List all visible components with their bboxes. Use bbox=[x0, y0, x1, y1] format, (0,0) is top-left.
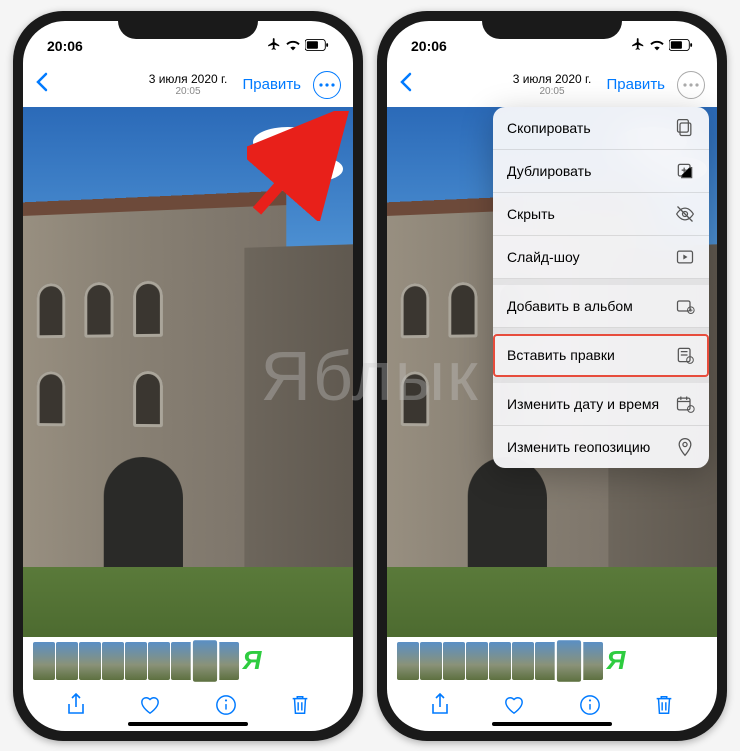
edit-button[interactable]: Править bbox=[607, 76, 666, 93]
duplicate-icon bbox=[675, 161, 695, 181]
thumbnail[interactable] bbox=[443, 642, 465, 680]
thumbnail[interactable] bbox=[102, 642, 124, 680]
share-icon[interactable] bbox=[66, 693, 86, 722]
hide-icon bbox=[675, 204, 695, 224]
calendar-icon bbox=[675, 394, 695, 414]
menu-label: Слайд-шоу bbox=[507, 249, 580, 265]
thumbnail[interactable] bbox=[56, 642, 78, 680]
thumbnail[interactable] bbox=[33, 642, 55, 680]
menu-change-datetime[interactable]: Изменить дату и время bbox=[493, 383, 709, 426]
share-icon[interactable] bbox=[430, 693, 450, 722]
airplane-icon bbox=[267, 37, 281, 54]
wifi-icon bbox=[285, 38, 301, 54]
notch bbox=[482, 11, 622, 39]
thumbnail[interactable] bbox=[535, 642, 557, 680]
thumbnail-watermark: Я bbox=[604, 642, 628, 680]
location-icon bbox=[675, 437, 695, 457]
thumbnail[interactable] bbox=[171, 642, 193, 680]
back-button[interactable] bbox=[35, 72, 49, 98]
menu-label: Изменить дату и время bbox=[507, 396, 659, 412]
more-button-active[interactable] bbox=[677, 71, 705, 99]
thumbnail[interactable] bbox=[581, 642, 603, 680]
nav-date: 3 июля 2020 г. bbox=[513, 72, 592, 86]
nav-subtime: 20:05 bbox=[149, 86, 228, 97]
menu-change-location[interactable]: Изменить геопозицию bbox=[493, 426, 709, 468]
slideshow-icon bbox=[675, 247, 695, 267]
menu-label: Изменить геопозицию bbox=[507, 439, 650, 455]
menu-label: Добавить в альбом bbox=[507, 298, 633, 314]
menu-label: Вставить правки bbox=[507, 347, 615, 363]
wifi-icon bbox=[649, 38, 665, 54]
album-icon bbox=[675, 296, 695, 316]
thumbnail-watermark: Я bbox=[240, 642, 264, 680]
menu-label: Скрыть bbox=[507, 206, 555, 222]
thumbnail-selected[interactable] bbox=[193, 640, 217, 682]
home-indicator[interactable] bbox=[128, 722, 248, 726]
status-time: 20:06 bbox=[47, 38, 83, 54]
copy-icon bbox=[675, 118, 695, 138]
status-time: 20:06 bbox=[411, 38, 447, 54]
battery-icon bbox=[305, 38, 329, 54]
phone-right: 20:06 3 июля 2020 г. 20:05 Править bbox=[377, 11, 727, 741]
thumbnail[interactable] bbox=[125, 642, 147, 680]
actions-menu: Скопировать Дублировать Скрыть Слайд-шоу… bbox=[493, 107, 709, 468]
thumbnail[interactable] bbox=[217, 642, 239, 680]
info-icon[interactable] bbox=[215, 694, 237, 721]
back-button[interactable] bbox=[399, 72, 413, 98]
notch bbox=[118, 11, 258, 39]
edit-button[interactable]: Править bbox=[243, 76, 302, 93]
delete-icon[interactable] bbox=[654, 694, 674, 721]
thumbnail[interactable] bbox=[420, 642, 442, 680]
airplane-icon bbox=[631, 37, 645, 54]
thumbnail[interactable] bbox=[489, 642, 511, 680]
delete-icon[interactable] bbox=[290, 694, 310, 721]
battery-icon bbox=[669, 38, 693, 54]
nav-subtime: 20:05 bbox=[513, 86, 592, 97]
favorite-icon[interactable] bbox=[139, 695, 161, 720]
thumbnail-strip[interactable]: Я bbox=[387, 637, 717, 685]
home-indicator[interactable] bbox=[492, 722, 612, 726]
photo-main[interactable] bbox=[23, 107, 353, 637]
photo-building bbox=[23, 190, 286, 583]
nav-bar: 3 июля 2020 г. 20:05 Править bbox=[387, 63, 717, 107]
thumbnail[interactable] bbox=[512, 642, 534, 680]
thumbnail[interactable] bbox=[397, 642, 419, 680]
menu-label: Скопировать bbox=[507, 120, 591, 136]
menu-separator bbox=[493, 328, 709, 334]
menu-paste-edits[interactable]: Вставить правки bbox=[493, 334, 709, 377]
menu-slideshow[interactable]: Слайд-шоу bbox=[493, 236, 709, 279]
menu-duplicate[interactable]: Дублировать bbox=[493, 150, 709, 193]
paste-edits-icon bbox=[675, 345, 695, 365]
favorite-icon[interactable] bbox=[503, 695, 525, 720]
nav-bar: 3 июля 2020 г. 20:05 Править bbox=[23, 63, 353, 107]
phone-left: 20:06 3 июля 2020 г. 20:05 Править bbox=[13, 11, 363, 741]
more-button[interactable] bbox=[313, 71, 341, 99]
menu-label: Дублировать bbox=[507, 163, 591, 179]
info-icon[interactable] bbox=[579, 694, 601, 721]
thumbnail-strip[interactable]: Я bbox=[23, 637, 353, 685]
thumbnail[interactable] bbox=[466, 642, 488, 680]
thumbnail[interactable] bbox=[148, 642, 170, 680]
nav-date: 3 июля 2020 г. bbox=[149, 72, 228, 86]
thumbnail[interactable] bbox=[79, 642, 101, 680]
thumbnail-selected[interactable] bbox=[557, 640, 581, 682]
menu-copy[interactable]: Скопировать bbox=[493, 107, 709, 150]
menu-add-album[interactable]: Добавить в альбом bbox=[493, 285, 709, 328]
menu-hide[interactable]: Скрыть bbox=[493, 193, 709, 236]
